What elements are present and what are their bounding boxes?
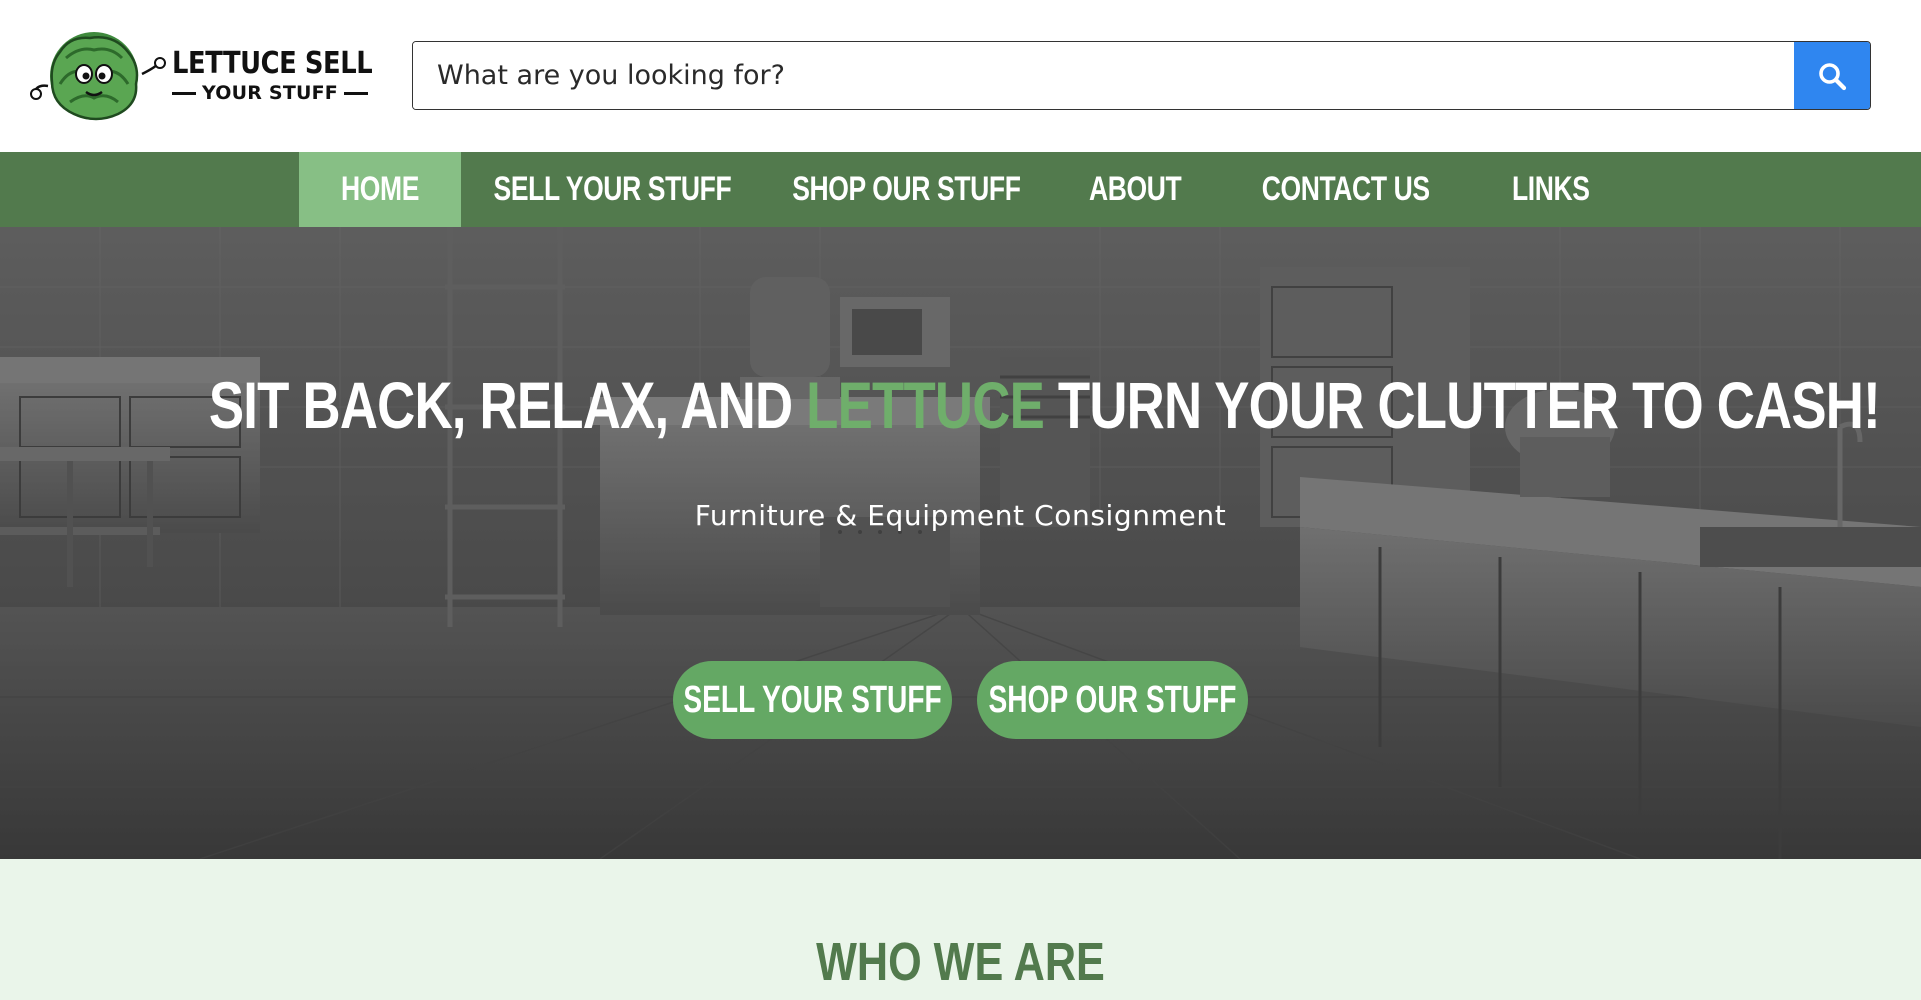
site-header: LETTUCE SELL YOUR STUFF: [0, 0, 1921, 152]
logo-rule-right: [343, 91, 368, 95]
logo-name-line2-row: YOUR STUFF: [172, 82, 368, 104]
search-icon: [1819, 62, 1847, 90]
nav-list: HOME SELL YOUR STUFF SHOP OUR STUFF ABOU…: [299, 152, 1631, 227]
search-bar: [412, 41, 1871, 110]
nav-item-about[interactable]: ABOUT: [1049, 152, 1221, 227]
main-nav: HOME SELL YOUR STUFF SHOP OUR STUFF ABOU…: [0, 152, 1921, 227]
logo-rule-left: [172, 91, 197, 95]
site-logo[interactable]: LETTUCE SELL YOUR STUFF: [30, 28, 373, 124]
lettuce-mascot-icon: [30, 32, 166, 121]
nav-item-shop-our-stuff[interactable]: SHOP OUR STUFF: [763, 152, 1049, 227]
logo-wordmark: LETTUCE SELL YOUR STUFF: [172, 46, 373, 104]
hero-headline-part1: SIT BACK, RELAX, AND: [208, 368, 807, 442]
nav-item-sell-your-stuff[interactable]: SELL YOUR STUFF: [461, 152, 763, 227]
sell-your-stuff-button[interactable]: SELL YOUR STUFF: [673, 661, 952, 739]
who-we-are-section: WHO WE ARE: [0, 859, 1921, 1000]
search-button[interactable]: [1794, 42, 1870, 109]
who-we-are-heading: WHO WE ARE: [816, 932, 1105, 992]
nav-item-links[interactable]: LINKS: [1471, 152, 1631, 227]
nav-item-home[interactable]: HOME: [299, 152, 461, 227]
shop-our-stuff-button[interactable]: SHOP OUR STUFF: [977, 661, 1248, 739]
hero-headline-part2: TURN YOUR CLUTTER TO CASH!: [1044, 368, 1881, 442]
nav-item-contact-us[interactable]: CONTACT US: [1221, 152, 1471, 227]
hero-headline-accent: LETTUCE: [806, 368, 1045, 442]
hero-headline: SIT BACK, RELAX, AND LETTUCE TURN YOUR C…: [0, 367, 1921, 443]
hero-banner: SIT BACK, RELAX, AND LETTUCE TURN YOUR C…: [0, 227, 1921, 859]
hero-subtitle: Furniture & Equipment Consignment: [694, 499, 1227, 532]
logo-name-line1: LETTUCE SELL: [172, 46, 373, 81]
logo-name-line2: YOUR STUFF: [202, 82, 338, 104]
hero-dark-overlay: [0, 227, 1921, 859]
search-input[interactable]: [413, 42, 1794, 109]
